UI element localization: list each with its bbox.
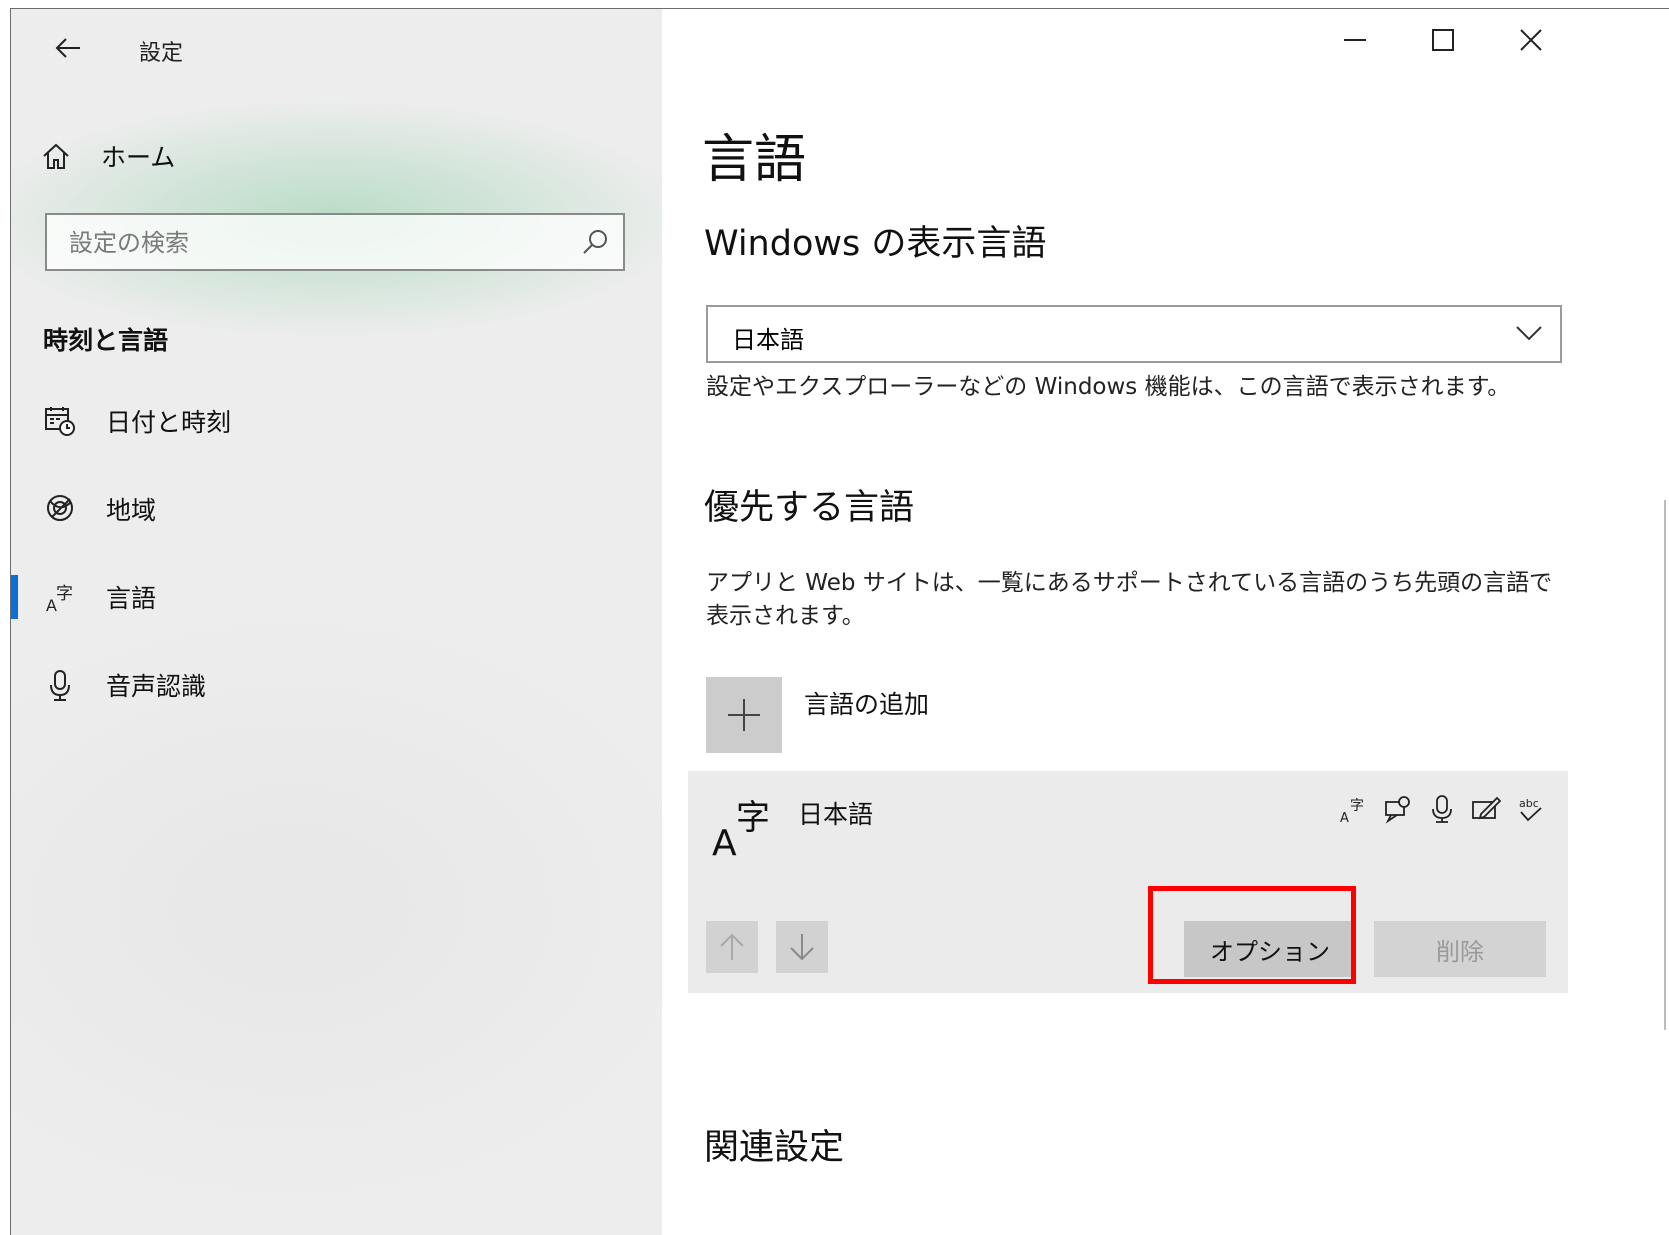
arrow-down-icon: [790, 934, 814, 961]
sidebar-item-label: 言語: [106, 584, 157, 613]
spellcheck-icon: abc: [1512, 791, 1548, 827]
microphone-icon: [1424, 791, 1460, 827]
preferred-languages-heading: 優先する言語: [704, 488, 915, 528]
main-content: 言語 Windows の表示言語 日本語 設定やエクスプローラーなどの Wind…: [662, 9, 1662, 1235]
speech-icon: [1380, 791, 1416, 827]
svg-text:abc: abc: [1519, 797, 1539, 810]
display-language-heading: Windows の表示言語: [704, 224, 1047, 264]
svg-text:字: 字: [736, 798, 770, 838]
page-title: 言語: [702, 130, 807, 190]
sidebar-item-label: 地域: [106, 496, 157, 525]
scrollbar[interactable]: [1664, 500, 1666, 1030]
app-title: 設定: [139, 41, 184, 66]
move-up-button[interactable]: [706, 921, 758, 973]
add-language-button[interactable]: 言語の追加: [706, 677, 929, 753]
sidebar-item-language[interactable]: A 字 言語: [11, 567, 662, 627]
svg-text:字: 字: [1350, 798, 1364, 814]
back-button[interactable]: [43, 23, 93, 73]
plus-icon: [706, 677, 782, 753]
language-icon: A 字: [712, 793, 782, 864]
remove-button[interactable]: 削除: [1374, 921, 1546, 977]
display-language-value: 日本語: [732, 326, 804, 354]
svg-text:A: A: [712, 823, 737, 863]
search-icon[interactable]: [581, 228, 609, 260]
sidebar-item-label: 日付と時刻: [106, 408, 232, 437]
sidebar: 設定 ホーム 時刻と言語: [11, 9, 662, 1235]
home-label: ホーム: [101, 143, 176, 172]
sidebar-item-region[interactable]: 地域: [11, 479, 662, 539]
display-language-select[interactable]: 日本語: [706, 305, 1562, 363]
add-language-label: 言語の追加: [804, 690, 930, 719]
handwriting-icon: [1468, 791, 1504, 827]
display-language-icon: A 字: [1336, 791, 1372, 827]
sidebar-item-date-time[interactable]: 日付と時刻: [11, 391, 662, 451]
related-settings-heading: 関連設定: [704, 1128, 845, 1168]
preferred-languages-description: アプリと Web サイトは、一覧にあるサポートされている言語のうち先頭の言語で表…: [706, 570, 1553, 629]
home-icon: [43, 143, 69, 169]
back-arrow-icon: [55, 38, 80, 58]
calendar-clock-icon: [43, 404, 77, 438]
svg-text:字: 字: [56, 584, 73, 604]
chevron-down-icon: [1516, 325, 1542, 345]
display-language-description: 設定やエクスプローラーなどの Windows 機能は、この言語で表示されます。: [706, 374, 1511, 400]
globe-icon: [43, 492, 77, 526]
section-title: 時刻と言語: [43, 326, 169, 355]
search-box[interactable]: [45, 213, 625, 271]
sidebar-item-speech[interactable]: 音声認識: [11, 655, 662, 715]
selection-indicator: [11, 575, 18, 619]
options-button[interactable]: オプション: [1184, 921, 1356, 977]
home-link[interactable]: ホーム: [41, 131, 175, 181]
settings-window: 設定 ホーム 時刻と言語: [0, 0, 1669, 1235]
sidebar-item-label: 音声認識: [106, 672, 207, 701]
move-down-button[interactable]: [776, 921, 828, 973]
svg-text:A: A: [1340, 811, 1349, 824]
search-input[interactable]: [47, 215, 591, 271]
language-list-item[interactable]: A 字 日本語 A 字 abc オプション 削除: [688, 771, 1568, 993]
language-name: 日本語: [798, 800, 874, 829]
microphone-icon: [43, 668, 77, 702]
arrow-up-icon: [720, 933, 744, 960]
language-icon: A 字: [43, 580, 77, 614]
